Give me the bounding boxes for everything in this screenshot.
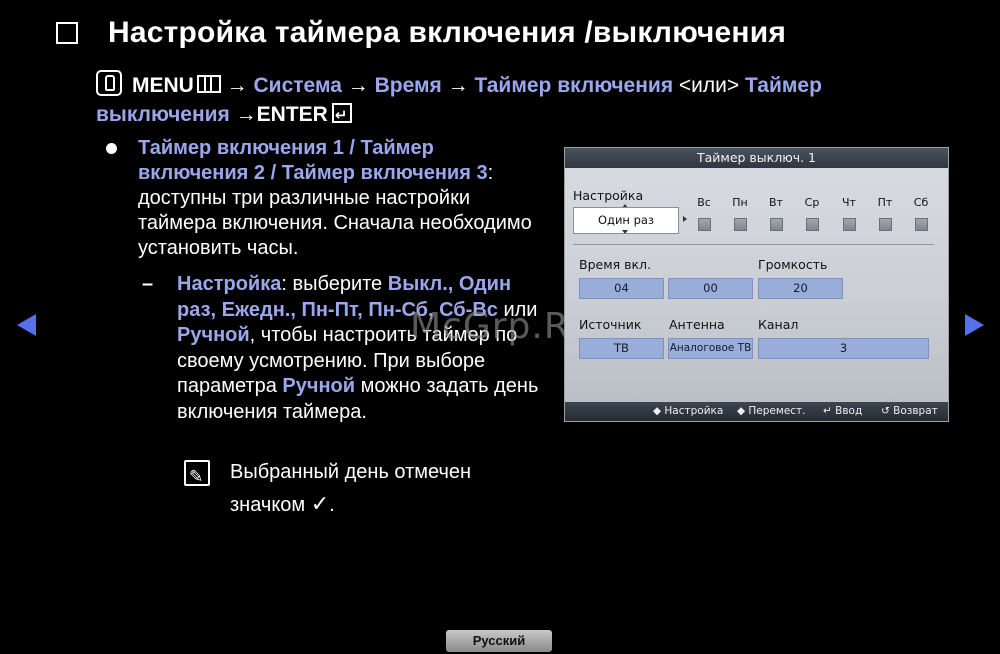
dash-manual-2: Ручной	[282, 375, 356, 397]
note-icon	[184, 460, 210, 492]
next-page-arrow-icon[interactable]	[965, 314, 984, 336]
note-end: .	[329, 494, 335, 516]
tv-hour-field[interactable]: 04	[579, 278, 664, 299]
tv-footer-hints: ◆ Настройка ◆ Перемест. ↵ Ввод ↺ Возврат	[565, 402, 948, 421]
day-label-mon: Пн	[732, 196, 748, 209]
tv-setup-label: Настройка	[573, 188, 644, 203]
tv-antenna-field[interactable]: Аналоговое ТВ	[668, 338, 753, 359]
day-label-sun: Вс	[697, 196, 711, 209]
tv-antenna-label: Антенна	[669, 317, 725, 332]
day-checkbox-mon[interactable]	[734, 218, 747, 231]
day-checkbox-sat[interactable]	[915, 218, 928, 231]
dash-setup: – Настройка: выберите Выкл., Один раз, Е…	[142, 272, 542, 425]
path-arrow-3: →	[441, 74, 475, 97]
day-checkbox-wed[interactable]	[806, 218, 819, 231]
tv-divider	[573, 244, 934, 245]
footer-enter-hint: ↵ Ввод	[823, 405, 863, 417]
day-label-sat: Сб	[913, 196, 929, 209]
page-title-text: Настройка таймера включения /выключения	[108, 16, 787, 49]
menu-label: MENU	[132, 74, 194, 97]
bullet-text: Таймер включения 1 / Таймер включения 2 …	[138, 136, 536, 261]
path-system: Система	[253, 74, 342, 97]
path-time: Время	[374, 74, 442, 97]
day-label-thu: Чт	[842, 196, 856, 209]
prev-page-arrow-icon[interactable]	[17, 314, 36, 336]
manual-page: Настройка таймера включения /выключения …	[0, 0, 1000, 654]
bullet-on-timers: Таймер включения 1 / Таймер включения 2 …	[106, 136, 536, 261]
day-checkbox-fri[interactable]	[879, 218, 892, 231]
bullet-colon: :	[487, 162, 494, 184]
dash-label: Настройка	[177, 273, 282, 295]
dash-mark: –	[142, 273, 154, 295]
path-arrow-2: →	[341, 74, 375, 97]
enter-icon	[331, 101, 352, 130]
day-checkbox-tue[interactable]	[770, 218, 783, 231]
language-button[interactable]: Русский	[446, 630, 552, 652]
tv-timer-screen: Таймер выключ. 1 Настройка Один раз Вс П…	[564, 147, 949, 422]
footer-move-hint: ◆ Перемест.	[737, 405, 806, 417]
select-right-icon	[683, 216, 687, 222]
day-label-fri: Пт	[877, 196, 893, 209]
dash-text: Настройка: выберите Выкл., Один раз, Еже…	[177, 272, 542, 425]
bullet-dot-icon	[106, 143, 117, 154]
section-checkbox-icon	[56, 22, 78, 44]
footer-back-hint: ↺ Возврат	[881, 405, 938, 417]
bullet-description: доступны три различные настройки таймера…	[138, 187, 532, 259]
note-text: Выбранный день отмечен значком ✓.	[230, 457, 514, 521]
note-body: Выбранный день отмечен значком	[230, 461, 472, 516]
hand-icon	[96, 70, 122, 96]
page-title: Настройка таймера включения /выключения	[56, 16, 786, 50]
tv-volume-label: Громкость	[758, 257, 828, 272]
day-label-tue: Вт	[769, 196, 783, 209]
tv-channel-label: Канал	[758, 317, 799, 332]
note: Выбранный день отмечен значком ✓.	[184, 457, 514, 521]
tv-source-field[interactable]: ТВ	[579, 338, 664, 359]
day-label-wed: Ср	[804, 196, 820, 209]
menu-path: MENU → Система → Время → Таймер включени…	[96, 70, 916, 130]
checkmark-icon: ✓	[310, 491, 330, 516]
path-enter: →ENTER	[235, 103, 328, 126]
tv-channel-field[interactable]: 3	[758, 338, 929, 359]
tv-source-label: Источник	[579, 317, 642, 332]
day-checkbox-sun[interactable]	[698, 218, 711, 231]
path-arrow-1: →	[220, 74, 254, 97]
tv-screen-title: Таймер выключ. 1	[565, 148, 948, 168]
bullet-heading: Таймер включения 1 / Таймер включения 2 …	[138, 137, 488, 184]
menu-icon	[196, 75, 221, 93]
path-on-timer: Таймер включения	[474, 74, 674, 97]
tv-volume-field[interactable]: 20	[758, 278, 843, 299]
day-checkbox-thu[interactable]	[843, 218, 856, 231]
tv-minute-field[interactable]: 00	[668, 278, 753, 299]
path-or: <или>	[673, 74, 745, 97]
footer-setup-hint: ◆ Настройка	[653, 405, 724, 417]
dash-manual: Ручной	[177, 324, 250, 346]
tv-on-time-label: Время вкл.	[579, 257, 652, 272]
select-down-icon	[622, 230, 628, 234]
dash-text-1: : выберите	[281, 273, 388, 295]
